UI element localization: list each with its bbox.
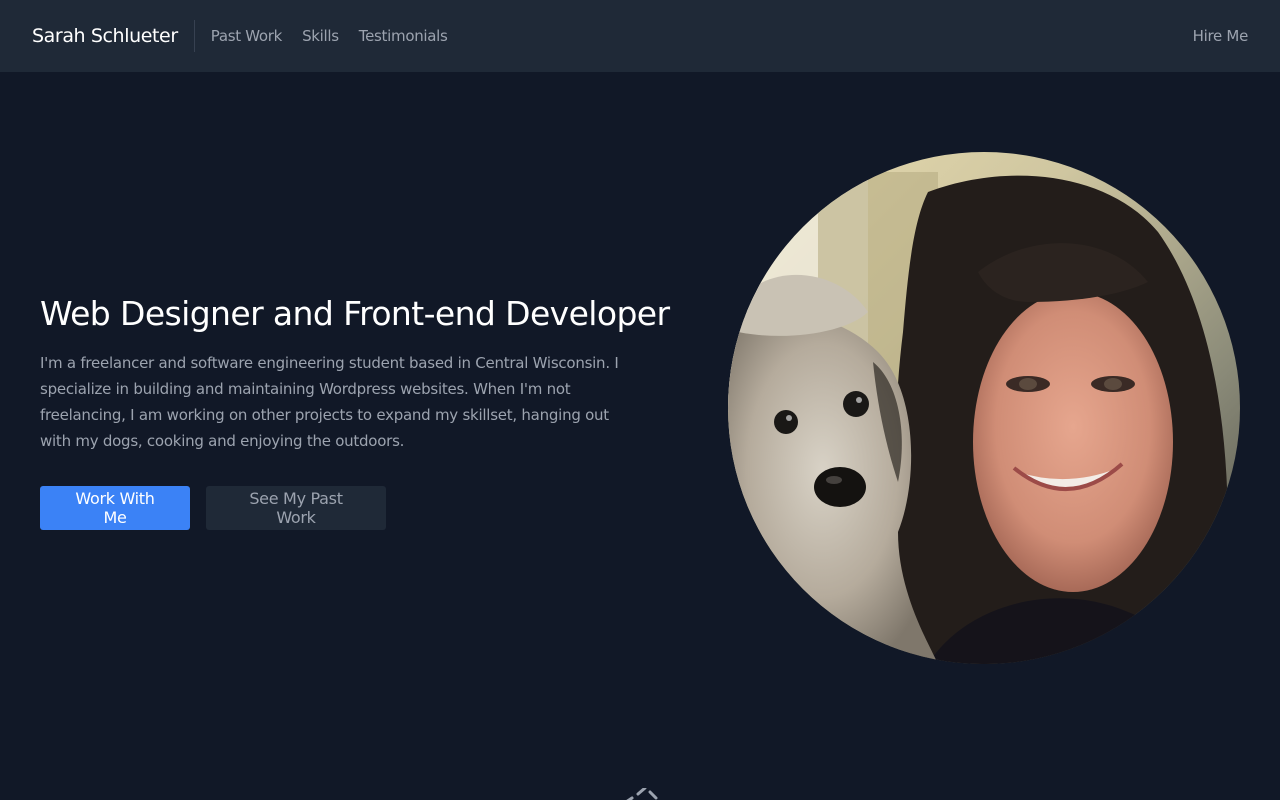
see-past-work-button[interactable]: See My Past Work xyxy=(206,486,386,530)
hero-title: Web Designer and Front-end Developer xyxy=(40,294,670,333)
hero-description: I'm a freelancer and software engineerin… xyxy=(40,354,619,450)
nav-links: Past Work Skills Testimonials xyxy=(211,27,468,45)
work-with-me-button[interactable]: Work With Me xyxy=(40,486,190,530)
nav-link-past-work[interactable]: Past Work xyxy=(211,27,283,45)
hero-section: Web Designer and Front-end Developer I'm… xyxy=(40,290,670,530)
nav-link-testimonials[interactable]: Testimonials xyxy=(359,27,448,45)
nav-link-skills[interactable]: Skills xyxy=(302,27,339,45)
code-icon xyxy=(626,788,658,800)
brand-link[interactable]: Sarah Schlueter xyxy=(32,20,195,52)
top-navbar: Sarah Schlueter Past Work Skills Testimo… xyxy=(0,0,1280,72)
hero-buttons: Work With Me See My Past Work xyxy=(40,486,640,530)
hire-me-link[interactable]: Hire Me xyxy=(1193,27,1249,45)
portrait-photo xyxy=(728,152,1240,664)
